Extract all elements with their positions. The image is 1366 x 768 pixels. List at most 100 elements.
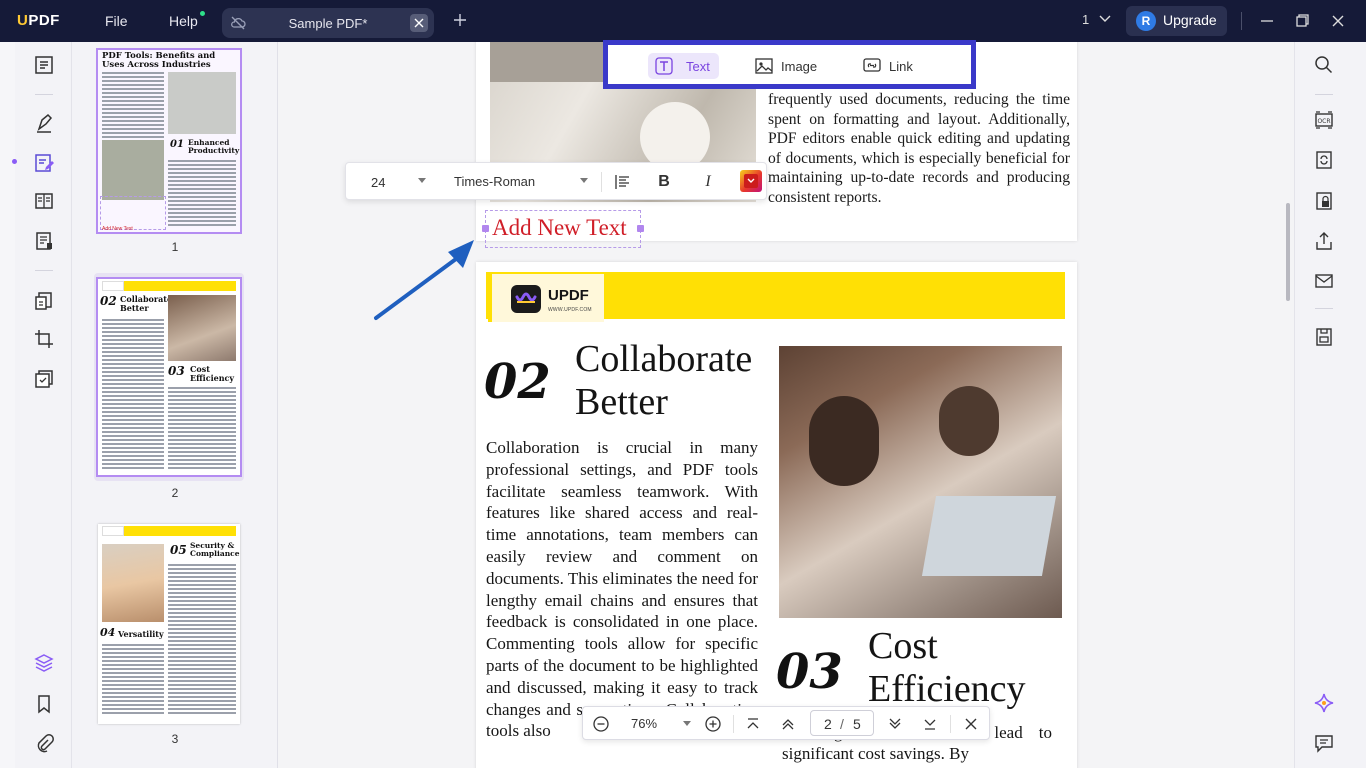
thumb3-number: 3: [72, 732, 278, 746]
text-color-button[interactable]: [740, 170, 762, 192]
share-icon[interactable]: [1313, 230, 1335, 252]
pointer-arrow-annotation: [368, 230, 488, 330]
meeting-photo[interactable]: [779, 346, 1062, 618]
document-canvas[interactable]: frequently used documents, reducing the …: [278, 42, 1294, 768]
edit-pdf-icon[interactable]: [33, 152, 55, 174]
text-tool-button[interactable]: Text: [648, 53, 719, 79]
resize-handle-right[interactable]: [637, 225, 644, 232]
font-size-dropdown-icon[interactable]: [418, 178, 426, 183]
thumb1-new-text-box: [100, 196, 166, 230]
page-number-input[interactable]: 2 / 5: [810, 710, 874, 736]
align-left-icon[interactable]: [613, 172, 633, 192]
thumb2-logo: [102, 281, 124, 291]
search-icon[interactable]: [1313, 54, 1335, 76]
form-icon[interactable]: [33, 230, 55, 252]
collaborate-paragraph[interactable]: Collaboration is crucial in many profess…: [486, 437, 758, 742]
zoom-level[interactable]: 76%: [631, 716, 657, 731]
image-tool-label: Image: [781, 59, 817, 74]
menu-file[interactable]: File: [105, 13, 128, 29]
link-icon: [863, 57, 881, 75]
heading-cost[interactable]: Cost: [868, 625, 938, 667]
thumbnail-page-3[interactable]: 05 Security & Compliance 04 Versatility: [98, 524, 240, 724]
titlebar-divider: [1241, 12, 1242, 30]
document-tab[interactable]: Sample PDF*: [222, 8, 434, 38]
previous-page-icon[interactable]: [778, 714, 798, 734]
bold-button[interactable]: B: [654, 172, 674, 192]
upgrade-label: Upgrade: [1163, 12, 1217, 28]
rail-divider: [35, 94, 53, 95]
image-icon: [755, 57, 773, 75]
highlighter-icon[interactable]: [33, 112, 55, 134]
thumb3-title2: Versatility: [118, 630, 164, 639]
thumb3-text-block-2: [102, 644, 164, 716]
new-text-box[interactable]: Add New Text: [485, 210, 641, 248]
thumb1-title: PDF Tools: Benefits and Uses Across Indu…: [102, 52, 236, 70]
font-size-value[interactable]: 24: [371, 175, 385, 190]
minimize-icon[interactable]: [1258, 12, 1276, 30]
attachment-icon[interactable]: [33, 733, 55, 755]
rail-divider: [35, 270, 53, 271]
font-family-value[interactable]: Times-Roman: [454, 174, 535, 189]
thumb2-text-block-2: [168, 387, 236, 471]
crop-icon[interactable]: [33, 328, 55, 350]
text-tool-icon: [655, 57, 673, 75]
batch-icon[interactable]: [33, 368, 55, 390]
new-tab-plus-icon[interactable]: [451, 11, 469, 29]
thumbnail-page-2[interactable]: 02 Collaborate Better 03 Cost Efficiency: [98, 279, 240, 475]
page-organize-icon[interactable]: [33, 190, 55, 212]
page1-paragraph[interactable]: frequently used documents, reducing the …: [768, 90, 1070, 208]
thumb1-plant-image: [102, 140, 164, 200]
font-family-dropdown-icon[interactable]: [580, 178, 588, 183]
email-icon[interactable]: [1313, 270, 1335, 292]
reader-icon[interactable]: [33, 54, 55, 76]
edit-mode-toolbar: Text Image Link: [603, 40, 976, 89]
menu-help[interactable]: Help: [169, 13, 198, 29]
zoom-in-icon[interactable]: [703, 714, 723, 734]
zoom-out-icon[interactable]: [591, 714, 611, 734]
vertical-scrollbar[interactable]: [1286, 203, 1290, 301]
zoom-dropdown-icon[interactable]: [683, 721, 691, 726]
image-tool-button[interactable]: Image: [748, 53, 822, 79]
ai-assistant-icon[interactable]: [1313, 692, 1335, 714]
left-edge-strip: [0, 42, 15, 768]
layers-icon[interactable]: [33, 652, 55, 674]
left-tool-rail: [15, 42, 72, 768]
upgrade-button[interactable]: R Upgrade: [1126, 6, 1227, 36]
window-count-selector[interactable]: 1: [1082, 12, 1111, 27]
tab-close-button[interactable]: [410, 14, 428, 32]
save-icon[interactable]: [1313, 326, 1335, 348]
heading-efficiency[interactable]: Efficiency: [868, 668, 1026, 710]
thumb2-title2: Cost Efficiency: [190, 365, 236, 383]
logo-accent: U: [17, 12, 28, 29]
italic-button[interactable]: I: [698, 172, 718, 192]
total-pages: 5: [853, 716, 861, 732]
thumb3-logo: [102, 526, 124, 536]
link-tool-button[interactable]: Link: [856, 53, 922, 79]
thumb3-text-block: [168, 564, 236, 714]
thumb1-subtitle: Enhanced Productivity: [188, 139, 238, 155]
comment-icon[interactable]: [1313, 732, 1335, 754]
maximize-icon[interactable]: [1293, 12, 1311, 30]
bookmark-icon[interactable]: [33, 693, 55, 715]
tab-title: Sample PDF*: [222, 16, 434, 31]
thumb2-title1: Collaborate Better: [120, 295, 166, 313]
new-text-content[interactable]: Add New Text: [492, 215, 627, 241]
next-page-icon[interactable]: [885, 714, 905, 734]
close-window-icon[interactable]: [1329, 12, 1347, 30]
convert-icon[interactable]: [33, 290, 55, 312]
thumb3-num1: 05: [170, 546, 187, 555]
first-page-icon[interactable]: [743, 714, 763, 734]
thumbnail-page-1[interactable]: PDF Tools: Benefits and Uses Across Indu…: [98, 50, 240, 232]
heading-collaborate[interactable]: Collaborate: [575, 338, 752, 380]
convert-pdf-icon[interactable]: [1313, 149, 1335, 171]
updf-logo-name: UPDF: [548, 287, 589, 304]
ocr-icon[interactable]: OCR: [1313, 109, 1335, 131]
heading-better[interactable]: Better: [575, 381, 668, 423]
close-nav-icon[interactable]: [961, 714, 981, 734]
protect-icon[interactable]: [1313, 190, 1335, 212]
nav-divider: [950, 715, 951, 733]
last-page-icon[interactable]: [920, 714, 940, 734]
thumb1-image: [168, 72, 236, 134]
thumb1-number: 1: [72, 240, 278, 254]
page-separator: /: [840, 716, 844, 732]
